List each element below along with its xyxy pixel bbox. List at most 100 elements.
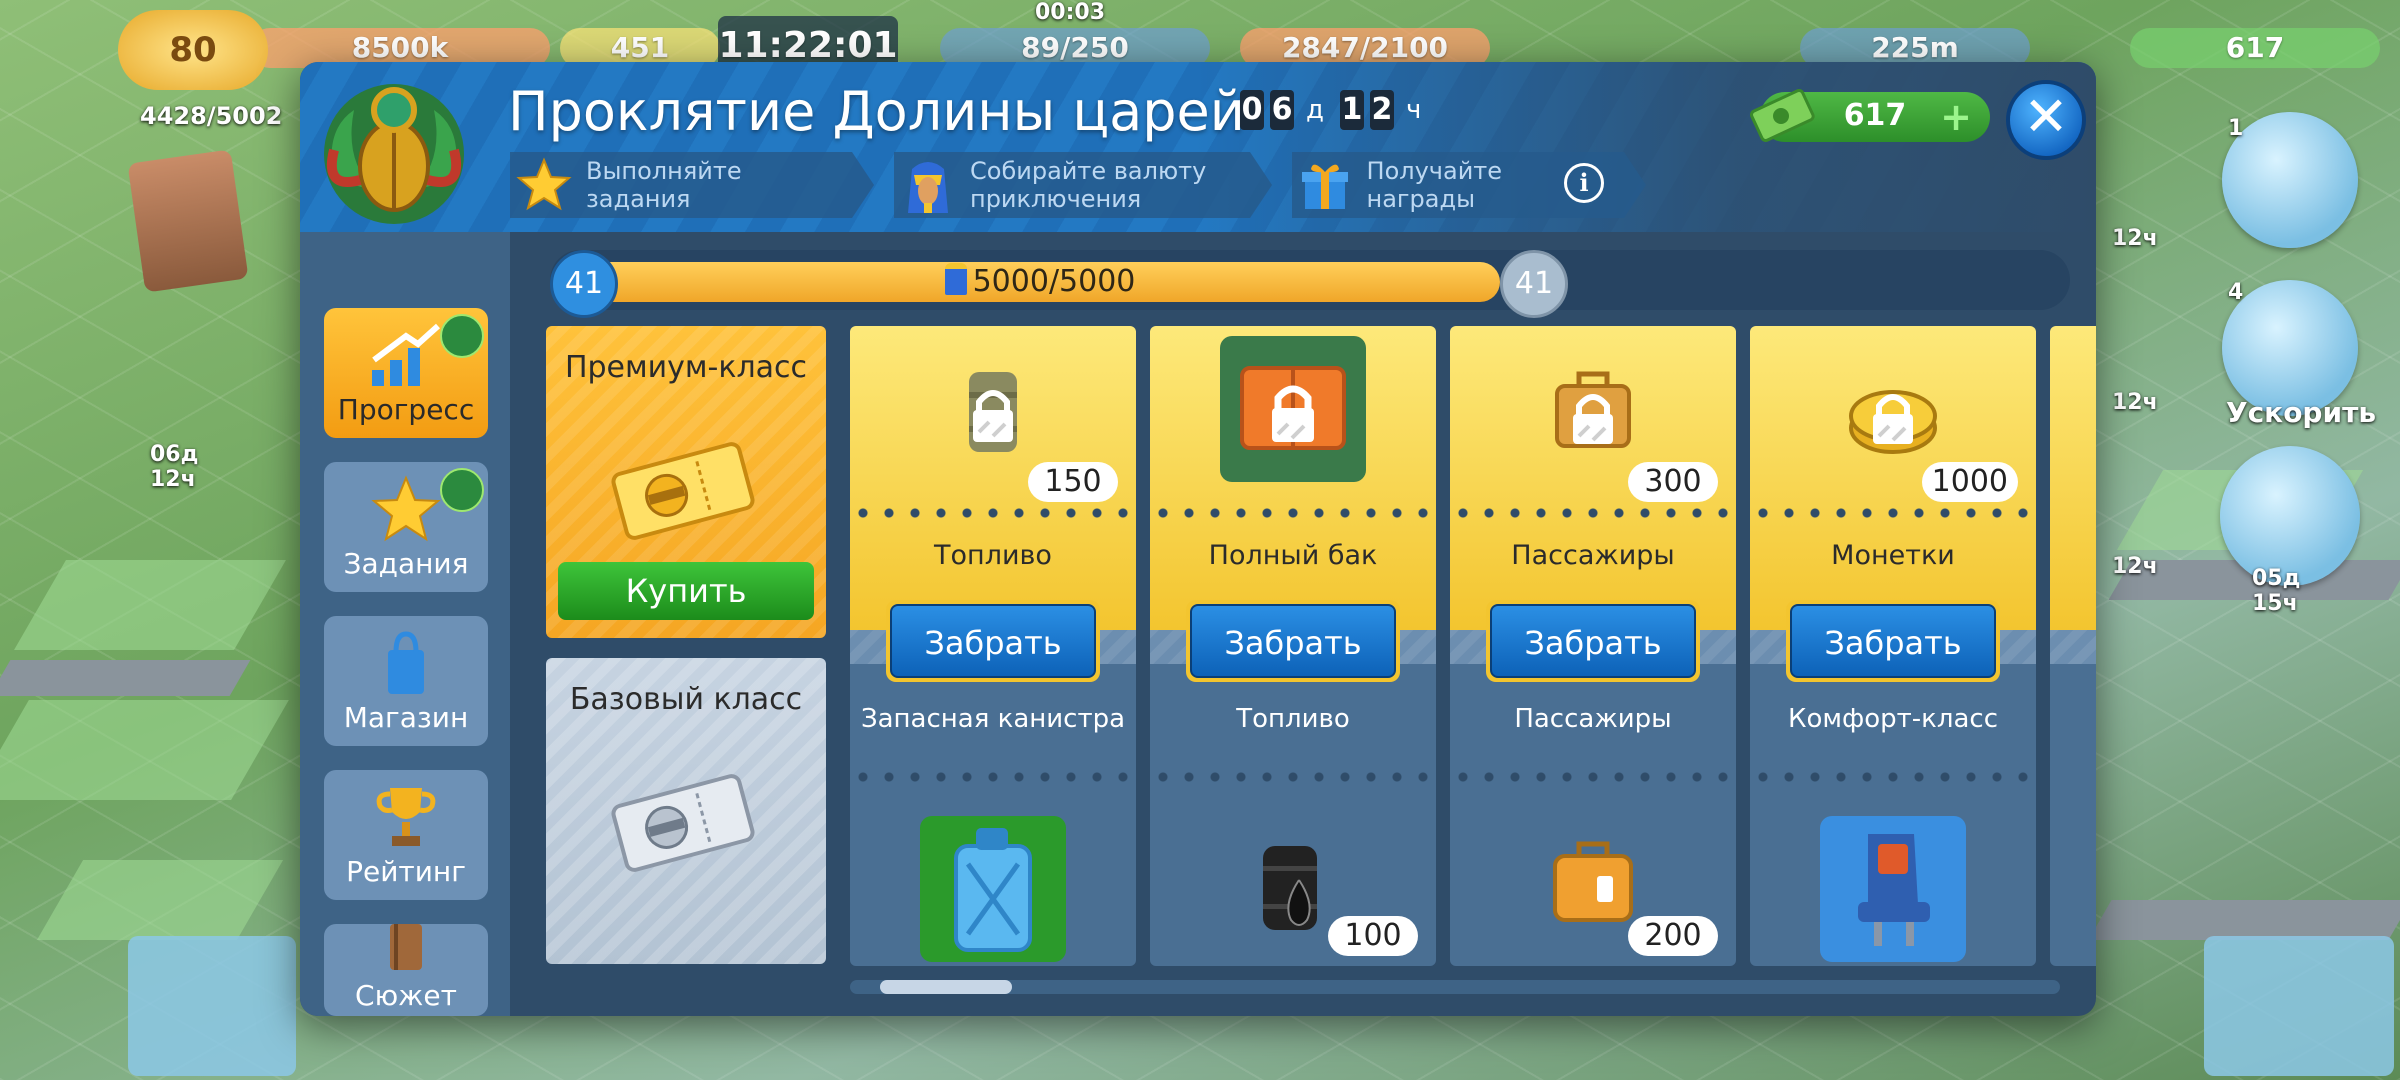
step-label: Собирайте валюту приключения (970, 157, 1207, 213)
basic-class-title: Базовый класс (569, 682, 803, 717)
dotted-separator (1450, 508, 1736, 518)
left-event-timer: 06д 12ч (150, 442, 199, 492)
premium-reward-name: Топливо (934, 540, 1052, 571)
trophy-icon (376, 788, 436, 846)
badge-1: 1 (2228, 116, 2244, 141)
event-steps: Выполняйте задания Собирайте валюту прик… (510, 152, 1646, 222)
gift-badge-icon (440, 314, 484, 358)
progress-chart-icon (372, 323, 441, 386)
premium-class-title: Премиум-класс (564, 350, 808, 385)
buy-premium-button[interactable]: Купить (558, 562, 814, 620)
step-label: Выполняйте задания (586, 157, 742, 213)
notebook-icon[interactable] (127, 149, 249, 293)
level-badge[interactable]: 80 (118, 10, 268, 90)
progress-value: 5000/5000 (972, 264, 1136, 299)
tab-progress[interactable]: Прогресс (324, 308, 488, 438)
premium-reward-name: Пассажиры (1511, 540, 1675, 571)
dotted-separator (1750, 772, 2036, 782)
timer-digit: 1 (1339, 90, 1364, 130)
gift-badge-icon (440, 468, 484, 512)
fuel-timer: 00:03 (1035, 0, 1106, 25)
scrollbar-thumb[interactable] (880, 980, 1012, 994)
dotted-separator (1750, 508, 2036, 518)
timer-c: 12ч (2112, 554, 2158, 579)
hangar-button[interactable] (2204, 936, 2394, 1076)
tab-label: Сюжет (355, 979, 457, 1012)
add-currency-icon[interactable]: + (1940, 98, 1972, 136)
timer-unit-hours: ч (1405, 95, 1422, 125)
claim-button[interactable]: Забрать (1786, 600, 2000, 682)
progress-text: 5000/5000 (580, 262, 1500, 302)
premium-reward-name: Монетки (1831, 540, 1955, 571)
claim-button-label: Забрать (1490, 604, 1696, 678)
basic-reward-count: 100 (1328, 916, 1418, 956)
timer-digit: 2 (1369, 90, 1394, 130)
current-level-badge: 41 (550, 250, 618, 318)
claim-button[interactable]: Забрать (1186, 600, 1400, 682)
premium-class-card: Премиум-класс Купить (546, 326, 826, 638)
speed-up-label[interactable]: Ускорить (2226, 396, 2376, 429)
pharaoh-icon (898, 155, 958, 215)
speedometer-button[interactable] (2220, 446, 2360, 586)
event-title: Проклятие Долины царей (508, 80, 1245, 143)
orange-crate-locked-icon (1220, 336, 1366, 482)
badge-4: 4 (2228, 280, 2244, 305)
reward-column: 300 Пассажиры Забрать Пассажиры 200 (1450, 326, 1736, 966)
reward-column: 150 Топливо Забрать Запасная канистра (850, 326, 1136, 966)
premium-reward-count: 1000 (1921, 462, 2018, 502)
tab-label: Магазин (343, 701, 469, 734)
next-level-badge: 41 (1500, 250, 1568, 318)
claim-button[interactable]: Забрать (886, 600, 1100, 682)
cash-bar[interactable]: 617 (2130, 28, 2380, 68)
timer-a: 12ч (2112, 226, 2158, 251)
tab-tasks[interactable]: Задания (324, 462, 488, 592)
tab-label: Задания (343, 547, 469, 580)
horizontal-scrollbar[interactable] (850, 980, 2060, 994)
premium-reward-count: 150 (1028, 462, 1118, 502)
dotted-separator (1150, 772, 1436, 782)
tab-rating[interactable]: Рейтинг (324, 770, 488, 900)
tab-shop[interactable]: Магазин (324, 616, 488, 746)
event-countdown: 0 6 д 1 2 ч (1240, 90, 1431, 130)
timer-b: 12ч (2112, 390, 2158, 415)
timer-digit: 6 (1270, 90, 1294, 130)
fuel-barrel-locked-icon (969, 372, 1017, 452)
info-icon[interactable]: i (1564, 163, 1604, 203)
scarab-emblem-icon (324, 84, 464, 224)
basic-reward-cell (2050, 664, 2096, 966)
dotted-separator (1450, 772, 1736, 782)
premium-reward-name: Полный бак (1208, 540, 1378, 571)
dotted-separator (1150, 508, 1436, 518)
silver-ticket-icon (611, 774, 755, 872)
claim-button-label: Забрать (890, 604, 1096, 678)
dotted-separator (850, 508, 1136, 518)
premium-reward-count: 300 (1628, 462, 1718, 502)
basic-reward-count: 200 (1628, 916, 1718, 956)
reward-column-partial (2050, 326, 2096, 966)
reward-columns: 150 Топливо Забрать Запасная канистра По… (850, 326, 2096, 966)
premium-reward-cell (2050, 326, 2096, 630)
population-counter: 4428/5002 (140, 102, 283, 130)
claim-button-label: Забрать (1790, 604, 1996, 678)
event-modal: Проклятие Долины царей 0 6 д 1 2 ч Выпол… (300, 62, 2096, 1016)
tab-label: Прогресс (337, 393, 475, 426)
airplane-seat-icon (1820, 816, 1966, 962)
tab-label: Рейтинг (346, 855, 466, 888)
dotted-separator (850, 772, 1136, 782)
close-button[interactable]: ✕ (2006, 80, 2086, 160)
tab-story[interactable]: Сюжет (324, 924, 488, 1016)
basic-reward-name: Запасная канистра (860, 704, 1126, 734)
basic-reward-name: Пассажиры (1514, 704, 1672, 734)
timer-d: 05д 15ч (2252, 566, 2301, 616)
timer-unit-days: д (1306, 95, 1324, 125)
world-map-button[interactable] (128, 936, 296, 1076)
event-currency[interactable]: 617 + (1750, 88, 1990, 143)
jerrycan-icon (920, 816, 1066, 962)
column-divider (2050, 630, 2096, 664)
pharaoh-token-icon (944, 263, 967, 295)
claim-button[interactable]: Забрать (1486, 600, 1700, 682)
star-icon (514, 155, 574, 215)
basic-class-card: Базовый класс (546, 658, 826, 964)
reward-column: Полный бак Забрать Топливо 100 (1150, 326, 1436, 966)
gift-icon (1296, 155, 1355, 215)
